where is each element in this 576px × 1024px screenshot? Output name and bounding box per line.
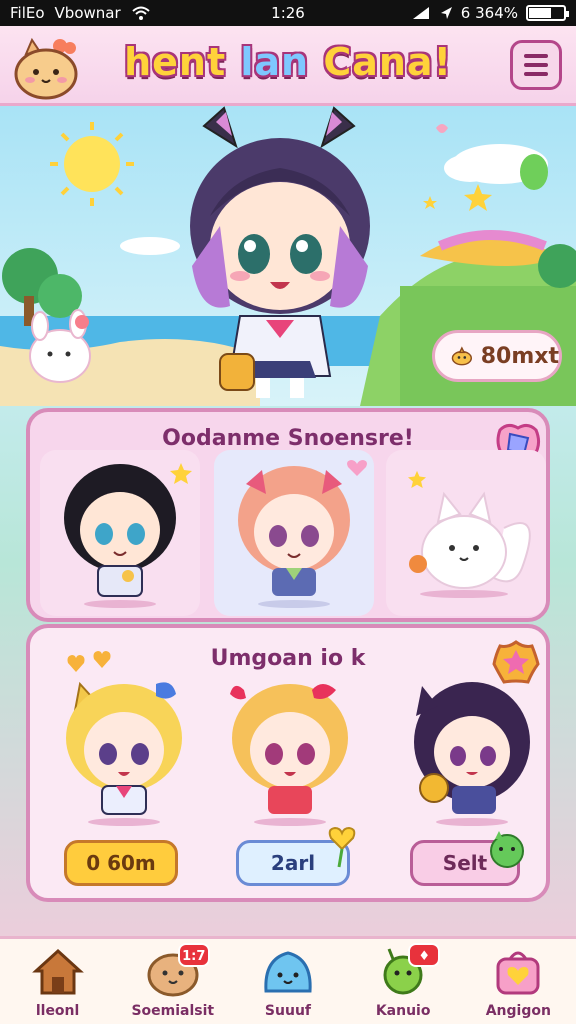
upgrade-button-1[interactable]: 0 60m [64,840,178,886]
nav-item-shop[interactable]: Suuuf [233,947,343,1019]
menu-button[interactable] [510,40,562,90]
blonde-cat-ear-chibi[interactable] [60,676,190,826]
heart-flower-icon [328,827,356,868]
battery-percent: 6 364% [460,4,518,22]
nav-item-pets[interactable]: ♦ Kanuio [348,943,458,1019]
star-icon [408,470,426,488]
status-bar: FilEo Vbownar 1:26 6 364% [0,0,576,26]
notification-badge: 1:7 [177,943,210,967]
blue-slime-icon [264,951,312,993]
upgrade-button-3[interactable]: Selt [410,831,524,886]
title-part-3: Cana! [323,40,452,84]
coin-counter[interactable]: 80mxt [432,330,562,382]
heart-bag-icon [496,951,540,995]
orange-hair-chibi [238,466,350,608]
upgrade-button-2-label: 2arl [270,851,316,875]
menu-line-icon [524,54,548,58]
network-label: Vbownar [54,4,121,22]
dark-hair-chibi [64,464,176,608]
nav-label: lleonl [35,1003,80,1019]
app-header: hent lan Cana! [0,26,576,106]
coin-amount: 80mxt [480,343,559,369]
character-slot-dark-hair[interactable] [40,450,200,616]
heart-icon [347,460,367,476]
blonde-bow-chibi[interactable] [226,676,356,826]
upgrade-button-3-label: Selt [442,851,488,875]
app-title: hent lan Cana! [100,40,476,84]
nav-item-social[interactable]: 1:7 Soemialsit [118,943,228,1019]
chick-coin-icon [451,346,473,366]
nav-label: Angigon [485,1003,551,1019]
character-select-panel: Oodanme Snoensre! [26,408,550,622]
dark-purple-hair-chibi[interactable] [404,676,534,826]
wifi-icon [131,6,150,20]
bottom-navigation: lleonl 1:7 Soemialsit Suuuf ♦ Kanuio Ang… [0,936,576,1024]
nav-label: Suuuf [264,1003,311,1019]
signal-icon [412,7,429,19]
star-icon [170,463,192,484]
white-cat-pet [409,491,531,598]
location-icon [440,7,452,19]
nav-label: Soemialsit [131,1003,215,1019]
character-upgrade-panel: Umgoan io k 0 60m 2arl Selt [26,624,550,902]
notification-badge: ♦ [408,943,441,967]
menu-line-icon [524,63,548,67]
mascot-logo-icon[interactable] [12,36,80,100]
panel-title: Oodanme Snoensre! [162,426,414,451]
nav-label: Kanuio [375,1003,431,1019]
hearts-decoration-icon [67,651,111,672]
nav-item-home[interactable]: lleonl [3,947,113,1019]
menu-line-icon [524,72,548,76]
character-slot-orange-hair[interactable] [214,450,374,616]
battery-icon [526,5,569,21]
character-slot-white-cat[interactable] [386,450,546,616]
nav-item-bag[interactable]: Angigon [463,947,573,1019]
title-part-2: lan [240,40,310,84]
house-icon [31,948,84,995]
upgrade-button-2[interactable]: 2arl [236,827,356,886]
green-cat-icon [490,831,524,868]
title-part-1: hent [124,40,227,84]
carrier-label: FilEo [10,4,45,22]
